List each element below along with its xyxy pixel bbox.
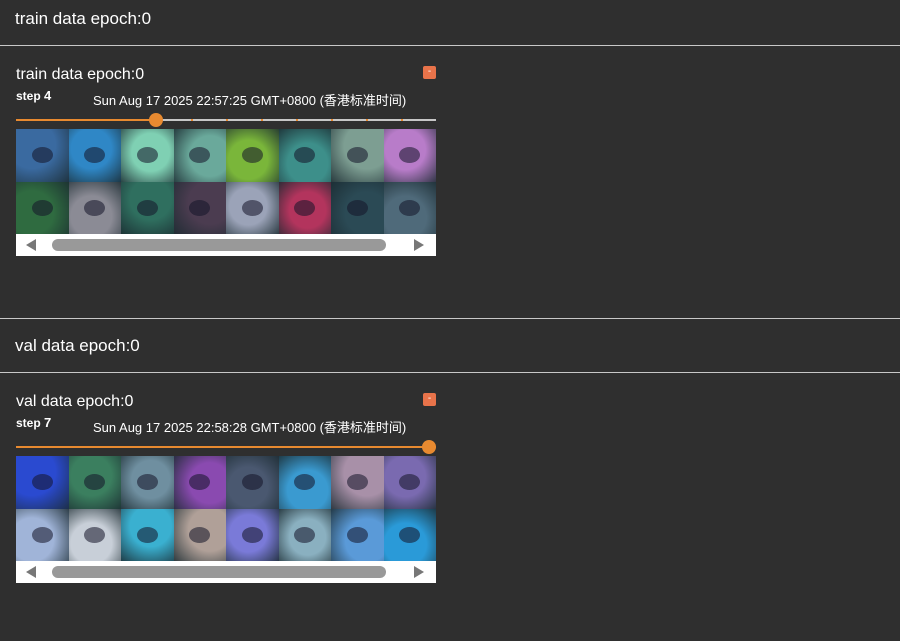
image-thumbnail xyxy=(331,456,384,509)
train-section-title: train data epoch:0 xyxy=(15,9,152,28)
slider-thumb[interactable] xyxy=(422,440,436,454)
image-thumbnail xyxy=(383,129,436,182)
val-section-header: val data epoch:0 xyxy=(0,327,900,373)
step-value: 7 xyxy=(44,415,52,430)
image-thumbnail xyxy=(278,456,331,509)
image-thumbnail xyxy=(331,129,384,182)
slider-tick xyxy=(121,119,123,121)
image-thumbnail xyxy=(16,508,69,561)
slider-tick xyxy=(226,446,228,448)
step-text: step xyxy=(16,416,41,430)
step-slider[interactable] xyxy=(16,440,436,454)
step-value: 4 xyxy=(44,88,52,103)
collapse-icon[interactable]: - xyxy=(423,393,436,406)
image-thumbnail xyxy=(121,508,174,561)
scroll-right-icon[interactable] xyxy=(414,566,424,578)
val-section-title: val data epoch:0 xyxy=(15,336,140,355)
image-thumbnail xyxy=(121,181,174,234)
slider-tick xyxy=(173,446,176,448)
image-thumbnail xyxy=(68,181,121,234)
image-thumbnail xyxy=(68,456,121,509)
image-thumbnail xyxy=(16,181,69,234)
scroll-left-icon[interactable] xyxy=(26,239,36,251)
image-thumbnail xyxy=(16,129,69,182)
card-title: train data epoch:0 xyxy=(16,66,145,83)
image-thumbnail xyxy=(278,508,331,561)
image-grid xyxy=(16,129,436,234)
train-image-card: train data epoch:0 - step 4 Sun Aug 17 2… xyxy=(16,66,436,256)
image-thumbnail xyxy=(226,508,279,561)
slider-tick xyxy=(331,446,333,448)
slider-tick xyxy=(383,446,386,448)
slider-tick xyxy=(86,119,88,121)
scroll-thumb[interactable] xyxy=(52,239,386,251)
card-title: val data epoch:0 xyxy=(16,393,134,410)
image-thumbnail xyxy=(226,181,279,234)
section-divider xyxy=(0,318,900,319)
slider-tick xyxy=(366,119,368,121)
slider-tick xyxy=(191,119,193,121)
collapse-icon[interactable]: - xyxy=(423,66,436,79)
image-grid xyxy=(16,456,436,561)
image-thumbnail xyxy=(173,129,226,182)
slider-tick xyxy=(296,119,298,121)
slider-tick xyxy=(331,119,333,121)
image-thumbnail xyxy=(383,508,436,561)
step-label: step 4 xyxy=(16,88,51,103)
step-label: step 7 xyxy=(16,415,51,430)
image-thumbnail xyxy=(68,508,121,561)
train-section-header: train data epoch:0 xyxy=(0,0,900,46)
image-thumbnail xyxy=(226,456,279,509)
image-thumbnail xyxy=(16,456,69,509)
slider-tick xyxy=(261,119,263,121)
slider-tick xyxy=(278,446,281,448)
val-image-card: val data epoch:0 - step 7 Sun Aug 17 202… xyxy=(16,393,436,583)
timestamp: Sun Aug 17 2025 22:57:25 GMT+0800 (香港标准时… xyxy=(93,93,407,108)
horizontal-scrollbar[interactable] xyxy=(16,561,436,583)
image-thumbnail xyxy=(278,129,331,182)
step-text: step xyxy=(16,89,41,103)
step-slider[interactable] xyxy=(16,113,436,127)
slider-tick xyxy=(401,119,403,121)
timestamp: Sun Aug 17 2025 22:58:28 GMT+0800 (香港标准时… xyxy=(93,420,407,435)
slider-tick xyxy=(51,119,53,121)
image-thumbnail xyxy=(121,129,174,182)
slider-tick xyxy=(68,446,71,448)
image-thumbnail xyxy=(173,181,226,234)
image-thumbnail xyxy=(383,456,436,509)
image-thumbnail xyxy=(226,129,279,182)
image-thumbnail xyxy=(331,508,384,561)
image-thumbnail xyxy=(278,181,331,234)
slider-tick xyxy=(121,446,123,448)
image-thumbnail xyxy=(383,181,436,234)
slider-tick xyxy=(226,119,228,121)
scroll-right-icon[interactable] xyxy=(414,239,424,251)
scroll-left-icon[interactable] xyxy=(26,566,36,578)
image-thumbnail xyxy=(331,181,384,234)
image-thumbnail xyxy=(68,129,121,182)
image-thumbnail xyxy=(173,508,226,561)
scroll-thumb[interactable] xyxy=(52,566,386,578)
image-thumbnail xyxy=(121,456,174,509)
horizontal-scrollbar[interactable] xyxy=(16,234,436,256)
slider-thumb[interactable] xyxy=(148,113,163,127)
image-thumbnail xyxy=(173,456,226,509)
